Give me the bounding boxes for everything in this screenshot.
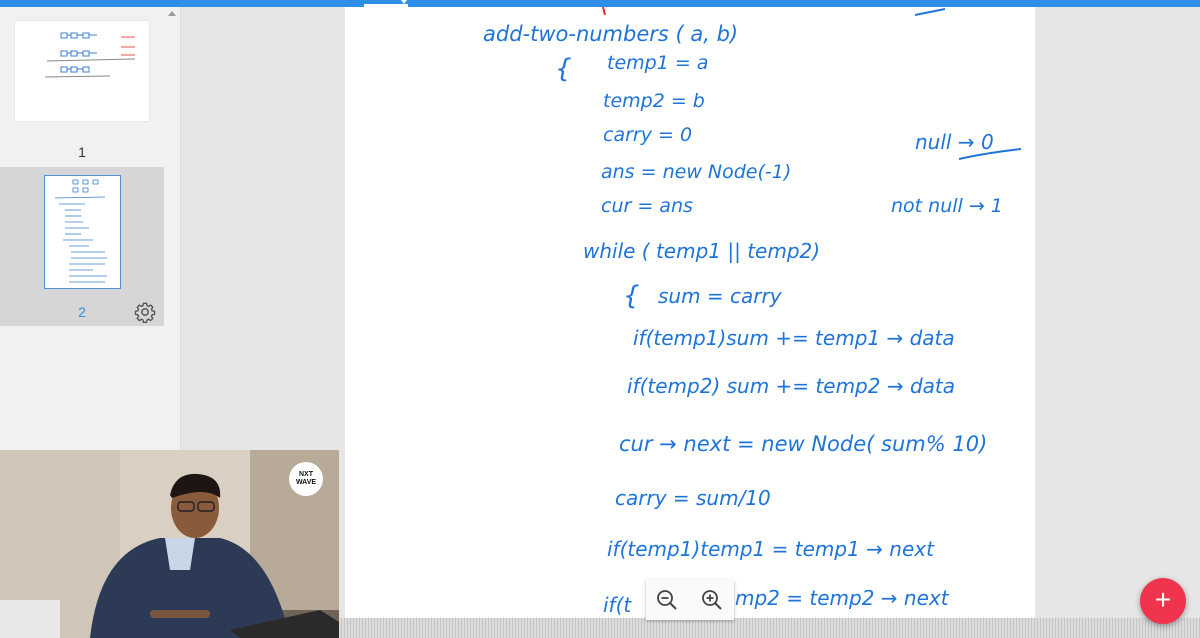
note-line: { [555, 54, 572, 84]
side-note: null → 0 [915, 130, 994, 154]
logo-text: WAVE [295, 479, 317, 486]
caret-down-icon[interactable] [401, 0, 407, 4]
note-line: if(t [603, 593, 632, 617]
note-line: mp2 = temp2 → next [735, 586, 950, 610]
note-line: cur = ans [601, 195, 693, 217]
note-line: temp2 = b [603, 90, 705, 112]
add-button[interactable]: + [1140, 578, 1186, 624]
page-thumbnail-1[interactable] [15, 21, 149, 121]
logo-text: NXT [298, 471, 313, 478]
zoom-controls [646, 580, 734, 620]
note-line: if(temp1)sum += temp1 → data [633, 326, 955, 350]
note-line: ans = new Node(-1) [601, 161, 791, 183]
page-thumbnail-2[interactable] [44, 175, 121, 289]
thumbnail-sketch [44, 32, 136, 78]
side-note: not null → 1 [891, 195, 1003, 217]
note-line: while ( temp1 || temp2) [583, 239, 820, 263]
note-line: temp1 = a [607, 52, 708, 74]
note-line: { [623, 281, 640, 311]
note-line: if(temp1)temp1 = temp1 → next [607, 537, 935, 561]
page-number-2: 2 [78, 304, 86, 320]
note-line: if(temp2) sum += temp2 → data [627, 374, 955, 398]
nxtwave-logo: NXT WAVE [289, 462, 323, 496]
zoom-in-icon[interactable] [700, 588, 724, 612]
thumbnail-sketch [54, 179, 107, 283]
page-thumbnails-sidebar: 1 2 [0, 7, 181, 450]
handwritten-notes: add-two-numbers ( a, b) { temp1 = a temp… [483, 6, 1022, 617]
page-thumbnail-2-selected[interactable]: 2 [0, 167, 164, 326]
whiteboard-page[interactable]: add-two-numbers ( a, b) { temp1 = a temp… [345, 6, 1035, 618]
note-line: carry = sum/10 [615, 486, 771, 510]
zoom-out-icon[interactable] [655, 588, 679, 612]
note-line: sum = carry [658, 284, 783, 308]
note-line: add-two-numbers ( a, b) [483, 22, 738, 46]
page-number-1: 1 [78, 144, 86, 160]
note-line: carry = 0 [603, 124, 692, 146]
scroll-up-arrow-icon[interactable] [168, 11, 176, 16]
bottom-ruler [339, 618, 1200, 638]
top-progress-bar [0, 0, 1200, 7]
note-line: cur → next = new Node( sum% 10) [619, 432, 987, 456]
gear-icon[interactable] [134, 301, 156, 324]
